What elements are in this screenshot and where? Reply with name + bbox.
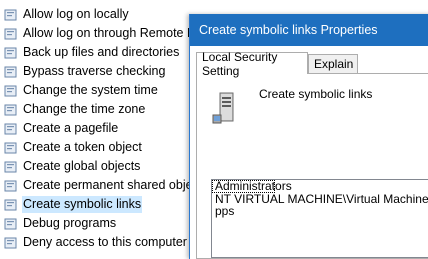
policy-row[interactable]: Create a pagefile	[4, 119, 204, 138]
policy-setting-icon	[4, 180, 17, 191]
policy-row[interactable]: Create a token object	[4, 138, 204, 157]
policy-setting-icon	[4, 104, 17, 115]
policy-label: Allow log on locally	[23, 7, 129, 21]
policy-label: Change the time zone	[23, 102, 146, 116]
policy-setting-icon	[4, 199, 17, 210]
policy-label: Change the system time	[23, 83, 158, 97]
policy-row[interactable]: Bypass traverse checking	[4, 62, 204, 81]
policy-label: Create global objects	[23, 159, 141, 173]
policy-row[interactable]: Back up files and directories	[4, 43, 204, 62]
dialog-title: Create symbolic links Properties	[199, 23, 378, 37]
policy-setting-icon	[4, 237, 17, 248]
policy-setting-icon	[4, 47, 17, 58]
server-icon	[212, 92, 234, 124]
policy-setting-icon	[4, 28, 17, 39]
policy-label: Debug programs	[23, 216, 117, 230]
policy-row[interactable]: Change the system time	[4, 81, 204, 100]
member-item[interactable]: NT VIRTUAL MACHINE\Virtual Machines	[212, 192, 428, 206]
dialog-titlebar[interactable]: Create symbolic links Properties	[190, 14, 428, 46]
policy-row-selected[interactable]: Create symbolic links	[4, 195, 204, 214]
policy-setting-icon	[4, 142, 17, 153]
policy-label: Create a pagefile	[23, 121, 119, 135]
policy-label: Create symbolic links	[22, 196, 143, 213]
policy-setting-icon	[4, 161, 17, 172]
policy-label: Allow log on through Remote D	[23, 26, 197, 40]
policy-row[interactable]: Change the time zone	[4, 100, 204, 119]
policy-list: Allow log on locally Allow log on throug…	[0, 0, 200, 253]
tab-label: Local Security Setting	[202, 49, 278, 78]
policy-row[interactable]: Deny access to this computer fr	[4, 233, 204, 252]
policy-setting-icon	[4, 85, 17, 96]
tab-local-security-setting[interactable]: Local Security Setting	[196, 50, 308, 78]
member-item[interactable]: Administrators	[212, 180, 292, 193]
member-item[interactable]: pps	[212, 205, 428, 218]
policy-row[interactable]: Allow log on through Remote D	[4, 24, 204, 43]
policy-row[interactable]: Debug programs	[4, 214, 204, 233]
policy-label: Bypass traverse checking	[23, 64, 166, 78]
policy-setting-icon	[4, 218, 17, 229]
policy-setting-icon	[4, 66, 17, 77]
tab-panel: Create symbolic links Administrators NT …	[196, 73, 428, 259]
policy-label: Back up files and directories	[23, 45, 180, 59]
tab-strip: Local Security Setting Explain	[196, 50, 428, 78]
policy-row[interactable]: Create permanent shared objec	[4, 176, 204, 195]
tab-explain[interactable]: Explain	[308, 54, 358, 73]
policy-setting-icon	[4, 123, 17, 134]
policy-setting-icon	[4, 9, 17, 20]
policy-label: Create permanent shared objec	[23, 178, 199, 192]
policy-label: Deny access to this computer fr	[23, 235, 199, 249]
members-listbox[interactable]: Administrators NT VIRTUAL MACHINE\Virtua…	[211, 179, 428, 258]
policy-name-label: Create symbolic links	[259, 87, 373, 101]
properties-dialog: Create symbolic links Properties Local S…	[189, 14, 428, 259]
tab-label: Explain	[314, 57, 354, 71]
policy-row[interactable]: Allow log on locally	[4, 5, 204, 24]
policy-row[interactable]: Create global objects	[4, 157, 204, 176]
policy-label: Create a token object	[23, 140, 142, 154]
